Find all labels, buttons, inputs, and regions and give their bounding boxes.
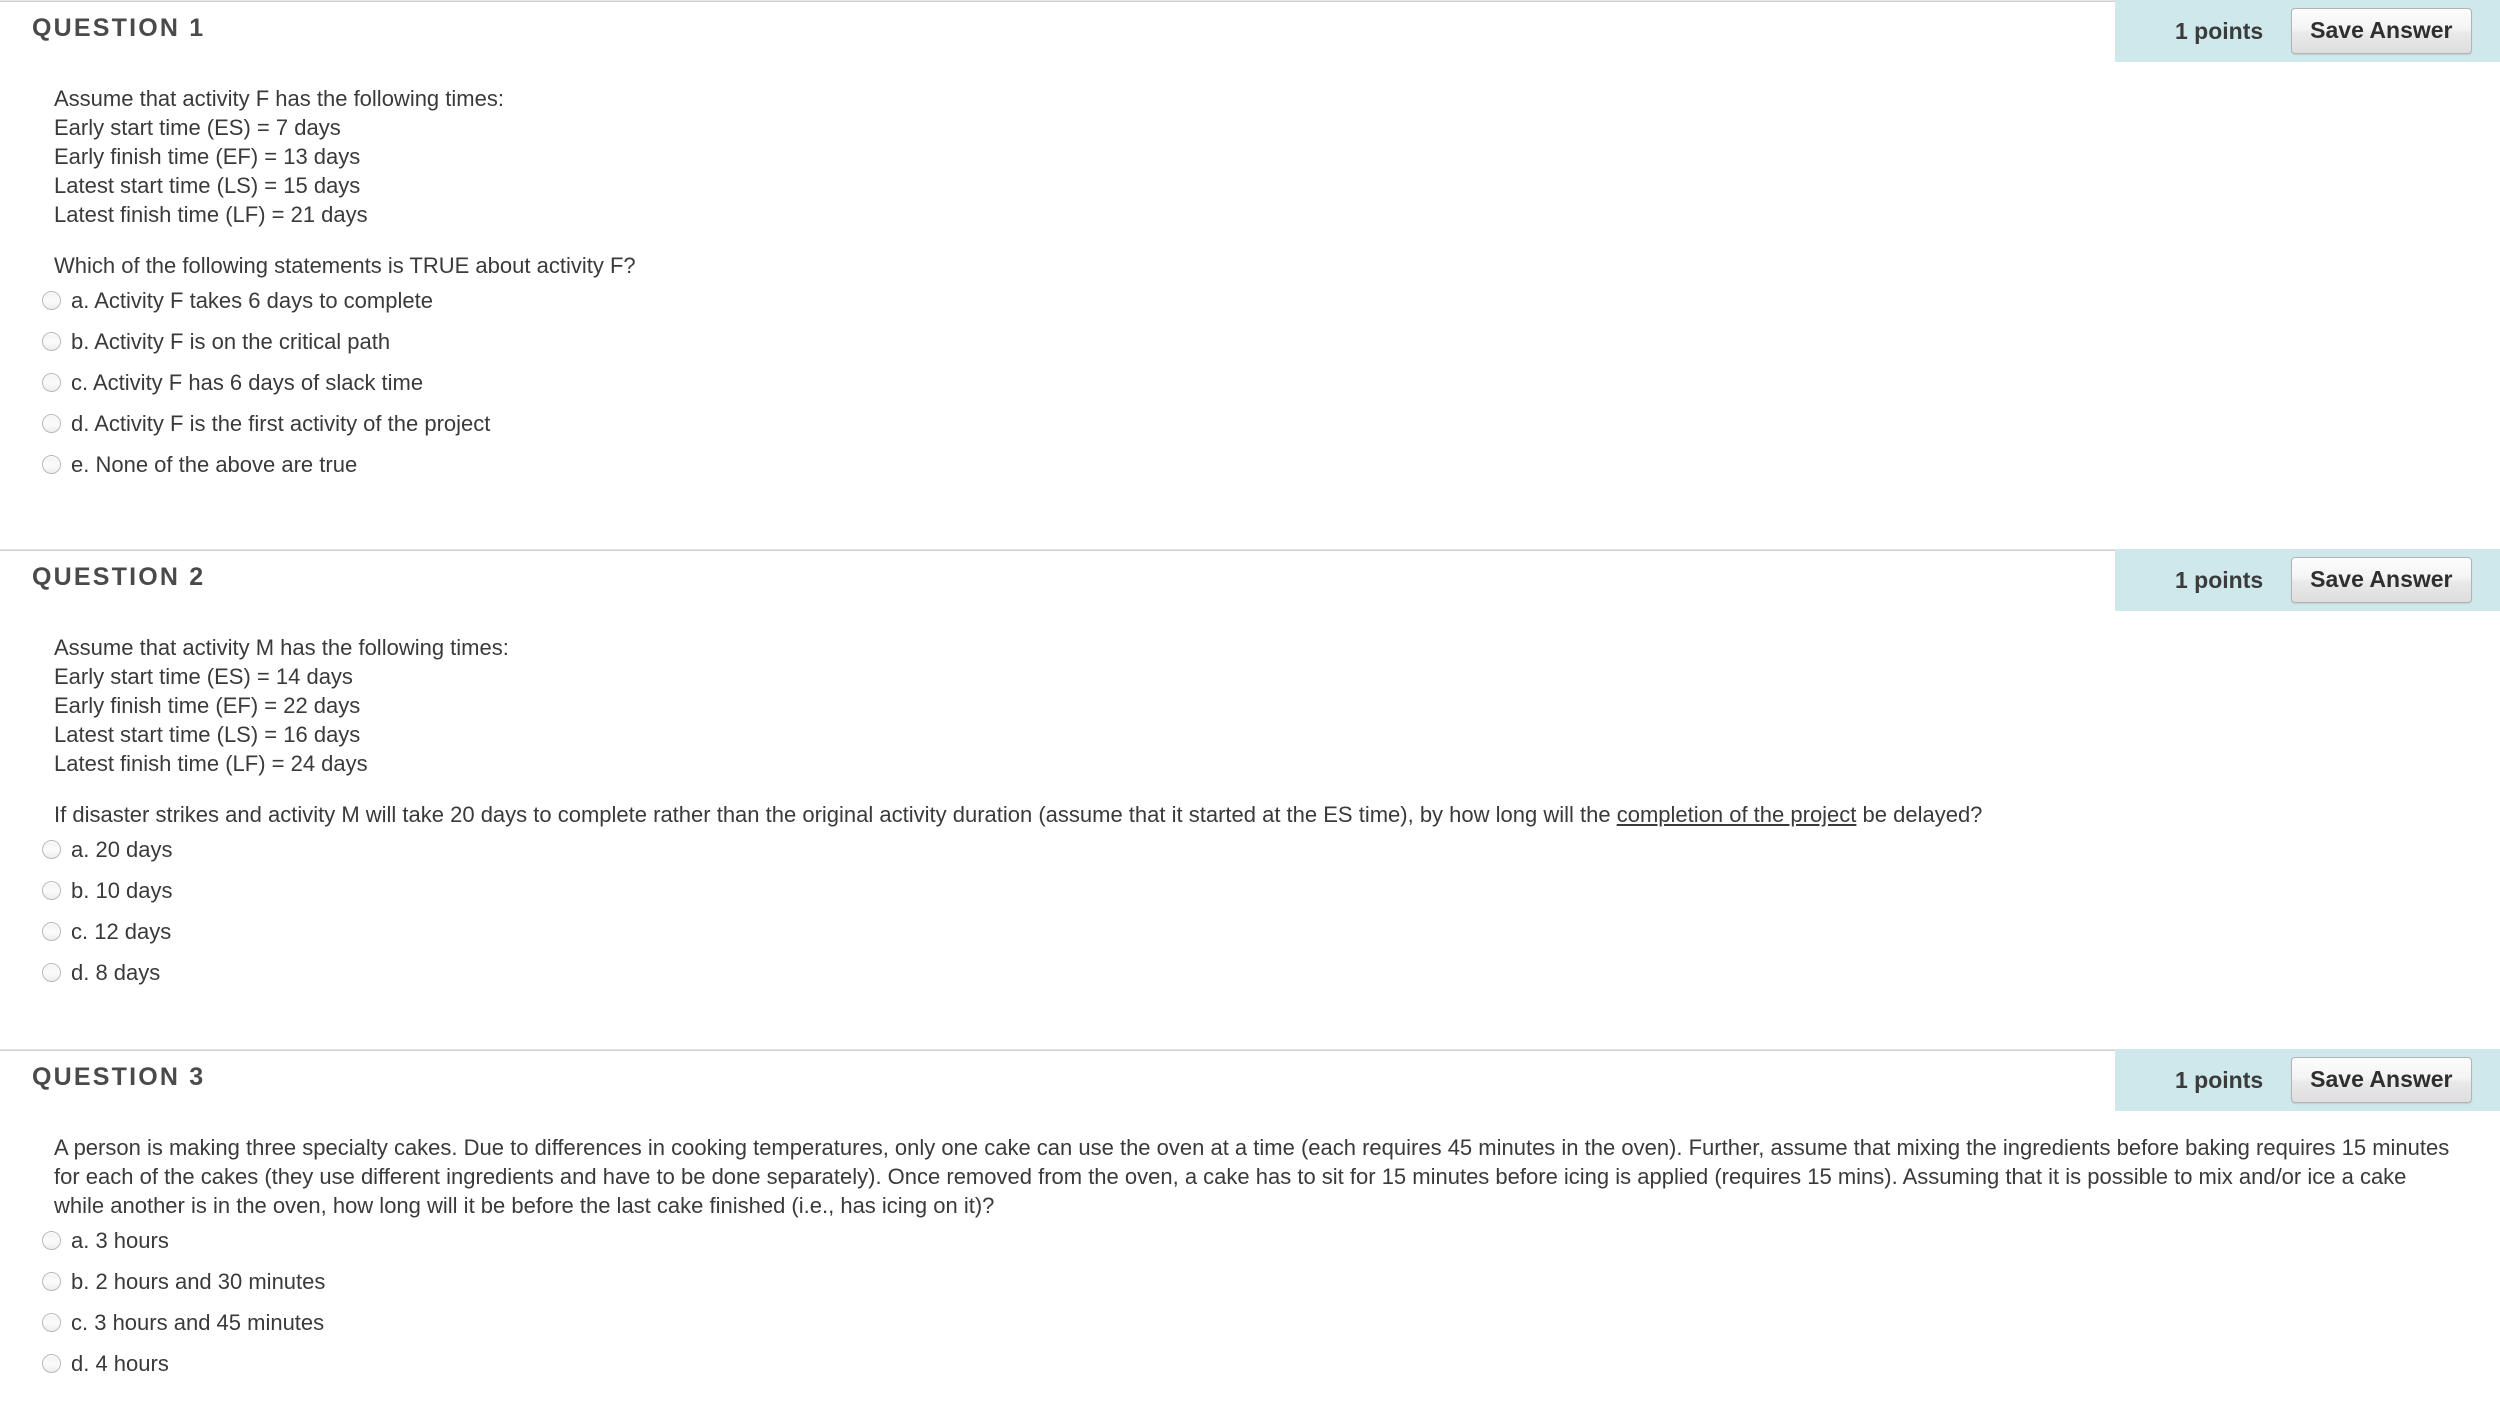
question-header: QUESTION 3 1 points Save Answer — [0, 1049, 2500, 1111]
radio-button-icon[interactable] — [42, 1354, 61, 1373]
question-block-1: QUESTION 1 1 points Save Answer Assume t… — [0, 0, 2500, 549]
save-answer-button[interactable]: Save Answer — [2291, 1057, 2472, 1103]
radio-button-icon[interactable] — [42, 840, 61, 859]
question-prompt: If disaster strikes and activity M will … — [54, 800, 2454, 829]
question-title: QUESTION 1 — [32, 14, 206, 42]
radio-button-icon[interactable] — [42, 963, 61, 982]
answer-label: d. 8 days — [71, 960, 161, 985]
question-header: QUESTION 1 1 points Save Answer — [0, 0, 2500, 62]
question-body: Assume that activity M has the following… — [0, 611, 2500, 993]
question-prompt: A person is making three specialty cakes… — [54, 1133, 2454, 1220]
answer-option[interactable]: d. Activity F is the first activity of t… — [42, 403, 2500, 444]
question-prompt: Which of the following statements is TRU… — [54, 251, 2454, 280]
answer-label: b. 2 hours and 30 minutes — [71, 1269, 326, 1294]
radio-button-icon[interactable] — [42, 1272, 61, 1291]
answer-options-list: a. 20 days b. 10 days c. 12 days d. 8 da… — [42, 829, 2500, 993]
answer-label: a. Activity F takes 6 days to complete — [71, 288, 433, 313]
answer-options-list: a. 3 hours b. 2 hours and 30 minutes c. … — [42, 1220, 2500, 1384]
answer-option[interactable]: d. 4 hours — [42, 1343, 2500, 1384]
question-meta-bar: 1 points Save Answer — [2115, 549, 2500, 611]
answer-option[interactable]: a. Activity F takes 6 days to complete — [42, 280, 2500, 321]
answer-option[interactable]: b. Activity F is on the critical path — [42, 321, 2500, 362]
answer-label: e. None of the above are true — [71, 452, 358, 477]
answer-label: d. 4 hours — [71, 1351, 169, 1376]
points-label: 1 points — [2175, 17, 2264, 44]
radio-button-icon[interactable] — [42, 332, 61, 351]
radio-button-icon[interactable] — [42, 455, 61, 474]
answer-label: c. 12 days — [71, 919, 172, 944]
question-body: A person is making three specialty cakes… — [0, 1111, 2500, 1384]
points-label: 1 points — [2175, 566, 2264, 593]
answer-option[interactable]: c. 12 days — [42, 911, 2500, 952]
question-stem: Assume that activity F has the following… — [54, 86, 504, 227]
prompt-text: A person is making three specialty cakes… — [54, 1135, 2450, 1218]
answer-option[interactable]: b. 10 days — [42, 870, 2500, 911]
question-block-3: QUESTION 3 1 points Save Answer A person… — [0, 1049, 2500, 1412]
radio-button-icon[interactable] — [42, 881, 61, 900]
question-stem: Assume that activity M has the following… — [54, 635, 509, 776]
answer-label: a. 3 hours — [71, 1228, 169, 1253]
points-label: 1 points — [2175, 1066, 2264, 1093]
prompt-text: If disaster strikes and activity M will … — [54, 802, 1617, 827]
question-body: Assume that activity F has the following… — [0, 62, 2500, 485]
question-title: QUESTION 3 — [32, 1063, 206, 1091]
question-meta-bar: 1 points Save Answer — [2115, 1049, 2500, 1111]
radio-button-icon[interactable] — [42, 922, 61, 941]
prompt-underlined-text: completion of the project — [1616, 802, 1857, 827]
answer-option[interactable]: c. Activity F has 6 days of slack time — [42, 362, 2500, 403]
answer-option[interactable]: a. 20 days — [42, 829, 2500, 870]
answer-option[interactable]: e. None of the above are true — [42, 444, 2500, 485]
answer-option[interactable]: a. 3 hours — [42, 1220, 2500, 1261]
radio-button-icon[interactable] — [42, 1231, 61, 1250]
radio-button-icon[interactable] — [42, 291, 61, 310]
question-meta-bar: 1 points Save Answer — [2115, 0, 2500, 62]
question-title: QUESTION 2 — [32, 563, 206, 591]
prompt-text: Which of the following statements is TRU… — [54, 253, 636, 278]
answer-label: d. Activity F is the first activity of t… — [71, 411, 491, 436]
prompt-tail-text: be delayed? — [1856, 802, 1983, 827]
radio-button-icon[interactable] — [42, 414, 61, 433]
answer-option[interactable]: c. 3 hours and 45 minutes — [42, 1302, 2500, 1343]
answer-label: a. 20 days — [71, 837, 173, 862]
radio-button-icon[interactable] — [42, 1313, 61, 1332]
answer-label: b. Activity F is on the critical path — [71, 329, 391, 354]
answer-option[interactable]: b. 2 hours and 30 minutes — [42, 1261, 2500, 1302]
answer-label: c. 3 hours and 45 minutes — [71, 1310, 325, 1335]
answer-options-list: a. Activity F takes 6 days to complete b… — [42, 280, 2500, 485]
question-header: QUESTION 2 1 points Save Answer — [0, 549, 2500, 611]
question-block-2: QUESTION 2 1 points Save Answer Assume t… — [0, 549, 2500, 1049]
save-answer-button[interactable]: Save Answer — [2291, 557, 2472, 603]
answer-option[interactable]: d. 8 days — [42, 952, 2500, 993]
save-answer-button[interactable]: Save Answer — [2291, 8, 2472, 54]
answer-label: c. Activity F has 6 days of slack time — [71, 370, 424, 395]
radio-button-icon[interactable] — [42, 373, 61, 392]
answer-label: b. 10 days — [71, 878, 173, 903]
